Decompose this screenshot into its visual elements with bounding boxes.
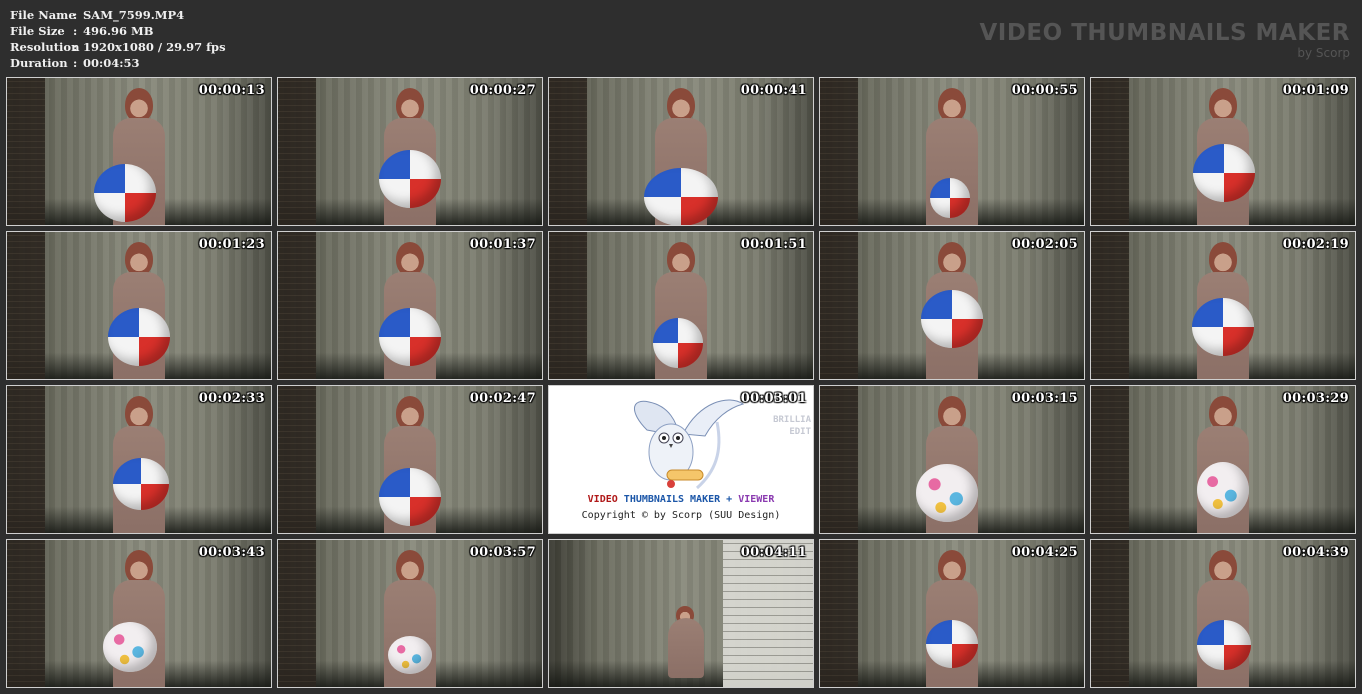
thumbnail[interactable]: 00:01:23 xyxy=(6,231,272,380)
file-info-row-name: File Name : SAM_7599.MP4 xyxy=(10,7,226,23)
thumbnail[interactable]: 00:01:09 xyxy=(1090,77,1356,226)
beach-ball xyxy=(1197,462,1249,518)
thumbnail-timestamp: 00:00:27 xyxy=(469,83,536,98)
thumbnail-timestamp: 00:03:01 xyxy=(740,391,807,406)
thumbnail-timestamp: 00:04:39 xyxy=(1282,545,1349,560)
thumbnail-timestamp: 00:00:55 xyxy=(1011,83,1078,98)
thumbnail[interactable]: 00:01:51 xyxy=(548,231,814,380)
file-info-panel: File Name : SAM_7599.MP4 File Size : 496… xyxy=(10,7,226,71)
thumbnail-timestamp: 00:00:13 xyxy=(198,83,265,98)
file-info-sep: : xyxy=(73,56,78,70)
brand-subtitle: by Scorp xyxy=(1297,46,1350,60)
logo-thumbnail[interactable]: BRILLIA EDIT VIDEO THUMBNAILS MAKER + VI… xyxy=(548,385,814,534)
thumbnail[interactable]: 00:03:43 xyxy=(6,539,272,688)
thumbnail-timestamp: 00:04:11 xyxy=(740,545,807,560)
beach-ball xyxy=(379,468,441,526)
beach-ball xyxy=(379,150,441,208)
thumbnail[interactable]: 00:03:15 xyxy=(819,385,1085,534)
thumbnail-timestamp: 00:03:15 xyxy=(1011,391,1078,406)
person-figure xyxy=(666,602,706,682)
file-info-row-size: File Size : 496.96 MB xyxy=(10,23,226,39)
thumbnail[interactable]: 00:02:19 xyxy=(1090,231,1356,380)
file-info-sep: : xyxy=(73,8,78,22)
beach-ball xyxy=(1193,144,1255,202)
beach-ball xyxy=(379,308,441,366)
thumbnail-timestamp: 00:02:05 xyxy=(1011,237,1078,252)
thumbnail[interactable]: 00:00:55 xyxy=(819,77,1085,226)
logo-brand-text: VIDEO THUMBNAILS MAKER + VIEWER xyxy=(549,494,813,505)
thumbnail-timestamp: 00:02:47 xyxy=(469,391,536,406)
logo-side-line: EDIT xyxy=(789,427,811,437)
logo-brand-word: THUMBNAILS MAKER xyxy=(623,494,721,505)
thumbnail-timestamp: 00:03:29 xyxy=(1282,391,1349,406)
file-info-row-resolution: Resolution : 1920x1080 / 29.97 fps xyxy=(10,39,226,55)
file-info-sep: : xyxy=(73,40,78,54)
beach-ball xyxy=(930,178,970,218)
beach-ball xyxy=(113,458,169,510)
thumbnail-timestamp: 00:01:23 xyxy=(198,237,265,252)
logo-brand-word: VIDEO xyxy=(587,494,618,505)
thumbnail-timestamp: 00:03:57 xyxy=(469,545,536,560)
beach-ball xyxy=(108,308,170,366)
beach-ball xyxy=(921,290,983,348)
file-info-key: Resolution xyxy=(10,40,80,54)
file-info-key: Duration xyxy=(10,56,68,70)
thumbnail[interactable]: 00:00:13 xyxy=(6,77,272,226)
thumbnail[interactable]: 00:02:33 xyxy=(6,385,272,534)
thumbnail[interactable]: 00:04:11 xyxy=(548,539,814,688)
thumbnail-timestamp: 00:01:37 xyxy=(469,237,536,252)
file-info-row-duration: Duration : 00:04:53 xyxy=(10,55,226,71)
file-info-sep: : xyxy=(73,24,78,38)
thumbnail[interactable]: 00:02:05 xyxy=(819,231,1085,380)
file-info-value: 1920x1080 / 29.97 fps xyxy=(83,40,226,54)
beach-ball xyxy=(388,636,432,674)
thumbnail[interactable]: 00:03:29 xyxy=(1090,385,1356,534)
logo-side-line: BRILLIA xyxy=(773,415,811,425)
thumbnail[interactable]: 00:04:39 xyxy=(1090,539,1356,688)
thumbnail[interactable]: 00:00:41 xyxy=(548,77,814,226)
beach-ball xyxy=(1197,620,1251,670)
beach-ball xyxy=(653,318,703,368)
thumbnail[interactable]: 00:01:37 xyxy=(277,231,543,380)
thumbnail-timestamp: 00:01:09 xyxy=(1282,83,1349,98)
thumbnail-timestamp: 00:01:51 xyxy=(740,237,807,252)
thumbnail[interactable]: 00:02:47 xyxy=(277,385,543,534)
logo-brand-plus: + xyxy=(726,494,733,505)
beach-ball xyxy=(103,622,157,672)
file-info-value: SAM_7599.MP4 xyxy=(83,8,185,22)
file-info-key: File Name xyxy=(10,8,76,22)
logo-copyright: Copyright © by Scorp (SUU Design) xyxy=(581,510,781,521)
brand-title: VIDEO THUMBNAILS MAKER xyxy=(979,20,1350,46)
thumbnail-timestamp: 00:04:25 xyxy=(1011,545,1078,560)
thumbnail[interactable]: 00:00:27 xyxy=(277,77,543,226)
file-info-value: 00:04:53 xyxy=(83,56,140,70)
thumbnail-timestamp: 00:02:19 xyxy=(1282,237,1349,252)
beach-ball xyxy=(1192,298,1254,356)
beach-ball xyxy=(644,168,718,225)
beach-ball xyxy=(94,164,156,222)
brand-watermark: VIDEO THUMBNAILS MAKER by Scorp xyxy=(979,20,1350,60)
file-info-value: 496.96 MB xyxy=(83,24,154,38)
beach-ball xyxy=(916,464,978,522)
owl-logo-icon xyxy=(634,399,745,490)
beach-ball xyxy=(926,620,978,668)
thumbnail-timestamp: 00:02:33 xyxy=(198,391,265,406)
logo-side-text: BRILLIA EDIT xyxy=(763,414,813,438)
thumbnail-grid: 00:00:13 00:00:27 00:00:41 00:00:55 00:0… xyxy=(6,77,1356,688)
logo-brand-word: VIEWER xyxy=(738,494,775,505)
file-info-key: File Size xyxy=(10,24,65,38)
thumbnail[interactable]: 00:04:25 xyxy=(819,539,1085,688)
thumbnail-timestamp: 00:00:41 xyxy=(740,83,807,98)
thumbnail-timestamp: 00:03:43 xyxy=(198,545,265,560)
thumbnail[interactable]: 00:03:57 xyxy=(277,539,543,688)
